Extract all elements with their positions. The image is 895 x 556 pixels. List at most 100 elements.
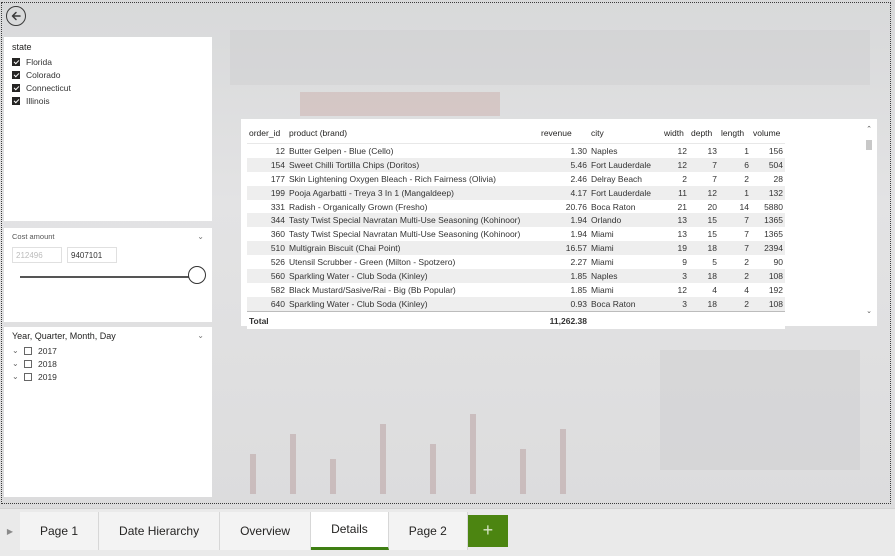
cell-length: 7 [744,229,749,240]
cell-revenue: 1.94 [539,213,589,228]
year-item-2017[interactable]: ⌄ 2017 [12,344,204,357]
cost-slider-handle[interactable] [188,266,206,284]
table-row[interactable]: 331 Radish - Organically Grown (Fresho) 20… [247,200,785,214]
column-header-depth[interactable]: depth [689,123,719,144]
cost-max-input[interactable]: 9407101 [67,247,117,263]
back-arrow-icon [11,11,21,21]
table-row[interactable]: 199 Pooja Agarbatti - Treya 3 In 1 (Manga… [247,185,785,200]
cell-revenue: 2.27 [570,257,587,268]
cell-revenue: 1.94 [570,229,587,240]
table-row[interactable]: 344 Tasty Twist Special Navratan Multi-Us… [247,213,785,228]
cell-order-id: 640 [247,296,287,312]
table-row[interactable]: 12 Butter Gelpen - Blue (Cello) 1.30 Naples… [247,144,785,158]
tab-overview[interactable]: Overview [220,512,312,550]
year-item-2018[interactable]: ⌄ 2018 [12,357,204,370]
total-label: Total [247,310,287,329]
tab-details[interactable]: Details [311,512,389,550]
cost-slider-track[interactable] [20,276,198,278]
background-decoration [330,459,336,494]
expand-chevron-icon[interactable]: ⌄ [12,346,22,355]
cell-length: 2 [744,173,749,184]
checkbox-icon[interactable] [24,359,32,368]
cell-revenue: 1.30 [570,145,587,156]
table-row[interactable]: 510 Multigrain Biscuit (Chai Point) 16.57 M… [247,241,785,256]
background-decoration [380,424,386,494]
state-option-florida[interactable]: Florida [12,55,204,68]
tab-scroll-left-icon[interactable]: ▶ [0,512,21,550]
cell-city: Miami [591,229,614,240]
back-button[interactable] [6,6,26,26]
cell-width: 3 [662,269,689,283]
checkbox-icon[interactable] [24,372,32,381]
table-vertical-scrollbar[interactable]: ⌃ ⌄ [865,125,873,315]
column-header-revenue[interactable]: revenue [539,123,589,144]
cell-revenue: 1.85 [570,284,587,295]
table-row[interactable]: 526 Utensil Scrubber - Green (Milton - Sp… [247,255,785,269]
cell-product: Sweet Chilli Tortilla Chips (Doritos) [287,157,539,172]
cell-width: 2 [682,173,687,184]
state-option-connecticut[interactable]: Connecticut [12,81,204,94]
scrollbar-thumb[interactable] [866,140,872,150]
cell-width: 19 [662,241,689,256]
cost-min-input[interactable]: 212496 [12,247,62,263]
checkbox-checked-icon[interactable] [12,57,20,66]
column-header-product[interactable]: product (brand) [287,123,539,144]
cell-order-id: 526 [270,257,285,268]
table-row[interactable]: 360 Tasty Twist Special Navratan Multi-Us… [247,227,785,241]
column-header-width[interactable]: width [662,123,689,144]
tab-page-2[interactable]: Page 2 [388,512,468,550]
cell-product: Black Mustard/Sasive/Rai - Big (Bb Popul… [289,284,456,295]
cell-order-id: 154 [247,157,287,172]
column-header-order-id[interactable]: order_id [247,123,287,144]
state-option-label: Colorado [26,69,61,80]
checkbox-checked-icon[interactable] [12,83,20,92]
expand-chevron-icon[interactable]: ⌄ [12,372,22,381]
column-header-city[interactable]: city [589,123,662,144]
cell-revenue: 4.17 [539,185,589,200]
cell-depth: 20 [707,201,717,212]
cell-revenue: 20.76 [565,201,587,212]
checkbox-checked-icon[interactable] [12,96,20,105]
table-row[interactable]: 560 Sparkling Water - Club Soda (Kinley) 1… [247,269,785,283]
table-row[interactable]: 154 Sweet Chilli Tortilla Chips (Doritos)… [247,157,785,172]
column-header-length[interactable]: length [719,123,751,144]
tab-page-1[interactable]: Page 1 [20,512,100,550]
year-item-2019[interactable]: ⌄ 2019 [12,370,204,383]
state-option-colorado[interactable]: Colorado [12,68,204,81]
background-decoration [290,434,296,494]
cell-product: Multigrain Biscuit (Chai Point) [287,241,539,256]
expand-chevron-icon[interactable]: ⌄ [12,359,22,368]
cell-depth: 18 [689,269,719,283]
state-option-illinois[interactable]: Illinois [12,94,204,107]
cell-volume: 504 [751,157,785,172]
cell-order-id: 199 [247,185,287,200]
cell-city: Fort Lauderdale [589,185,662,200]
chevron-down-icon[interactable]: ⌄ [197,232,204,241]
cell-order-id: 510 [247,241,287,256]
table-cell [662,310,689,329]
cell-revenue: 1.85 [539,269,589,283]
cell-length: 1 [719,185,751,200]
table-row[interactable]: 177 Skin Lightening Oxygen Bleach - Rich … [247,172,785,186]
cell-depth: 18 [689,241,719,256]
checkbox-icon[interactable] [24,346,32,355]
cell-length: 1 [744,145,749,156]
chevron-down-icon[interactable]: ⌄ [197,331,204,341]
scroll-down-icon[interactable]: ⌄ [865,307,873,315]
cell-width: 12 [662,157,689,172]
state-option-label: Illinois [26,95,50,106]
cell-volume: 156 [768,145,783,156]
background-decoration [560,429,566,494]
table-row[interactable]: 582 Black Mustard/Sasive/Rai - Big (Bb Po… [247,283,785,297]
checkbox-checked-icon[interactable] [12,70,20,79]
cell-order-id: 177 [270,173,285,184]
add-page-button[interactable]: + [467,515,508,547]
page-tab-bar: ▶ Page 1 Date Hierarchy Overview Details Pag… [0,508,895,556]
cell-volume: 5880 [764,201,783,212]
column-header-volume[interactable]: volume [751,123,785,144]
scroll-up-icon[interactable]: ⌃ [865,125,873,133]
background-decoration [230,30,870,85]
cell-width: 13 [662,213,689,228]
table-row[interactable]: 640 Sparkling Water - Club Soda (Kinley) 0… [247,296,785,312]
tab-date-hierarchy[interactable]: Date Hierarchy [99,512,221,550]
